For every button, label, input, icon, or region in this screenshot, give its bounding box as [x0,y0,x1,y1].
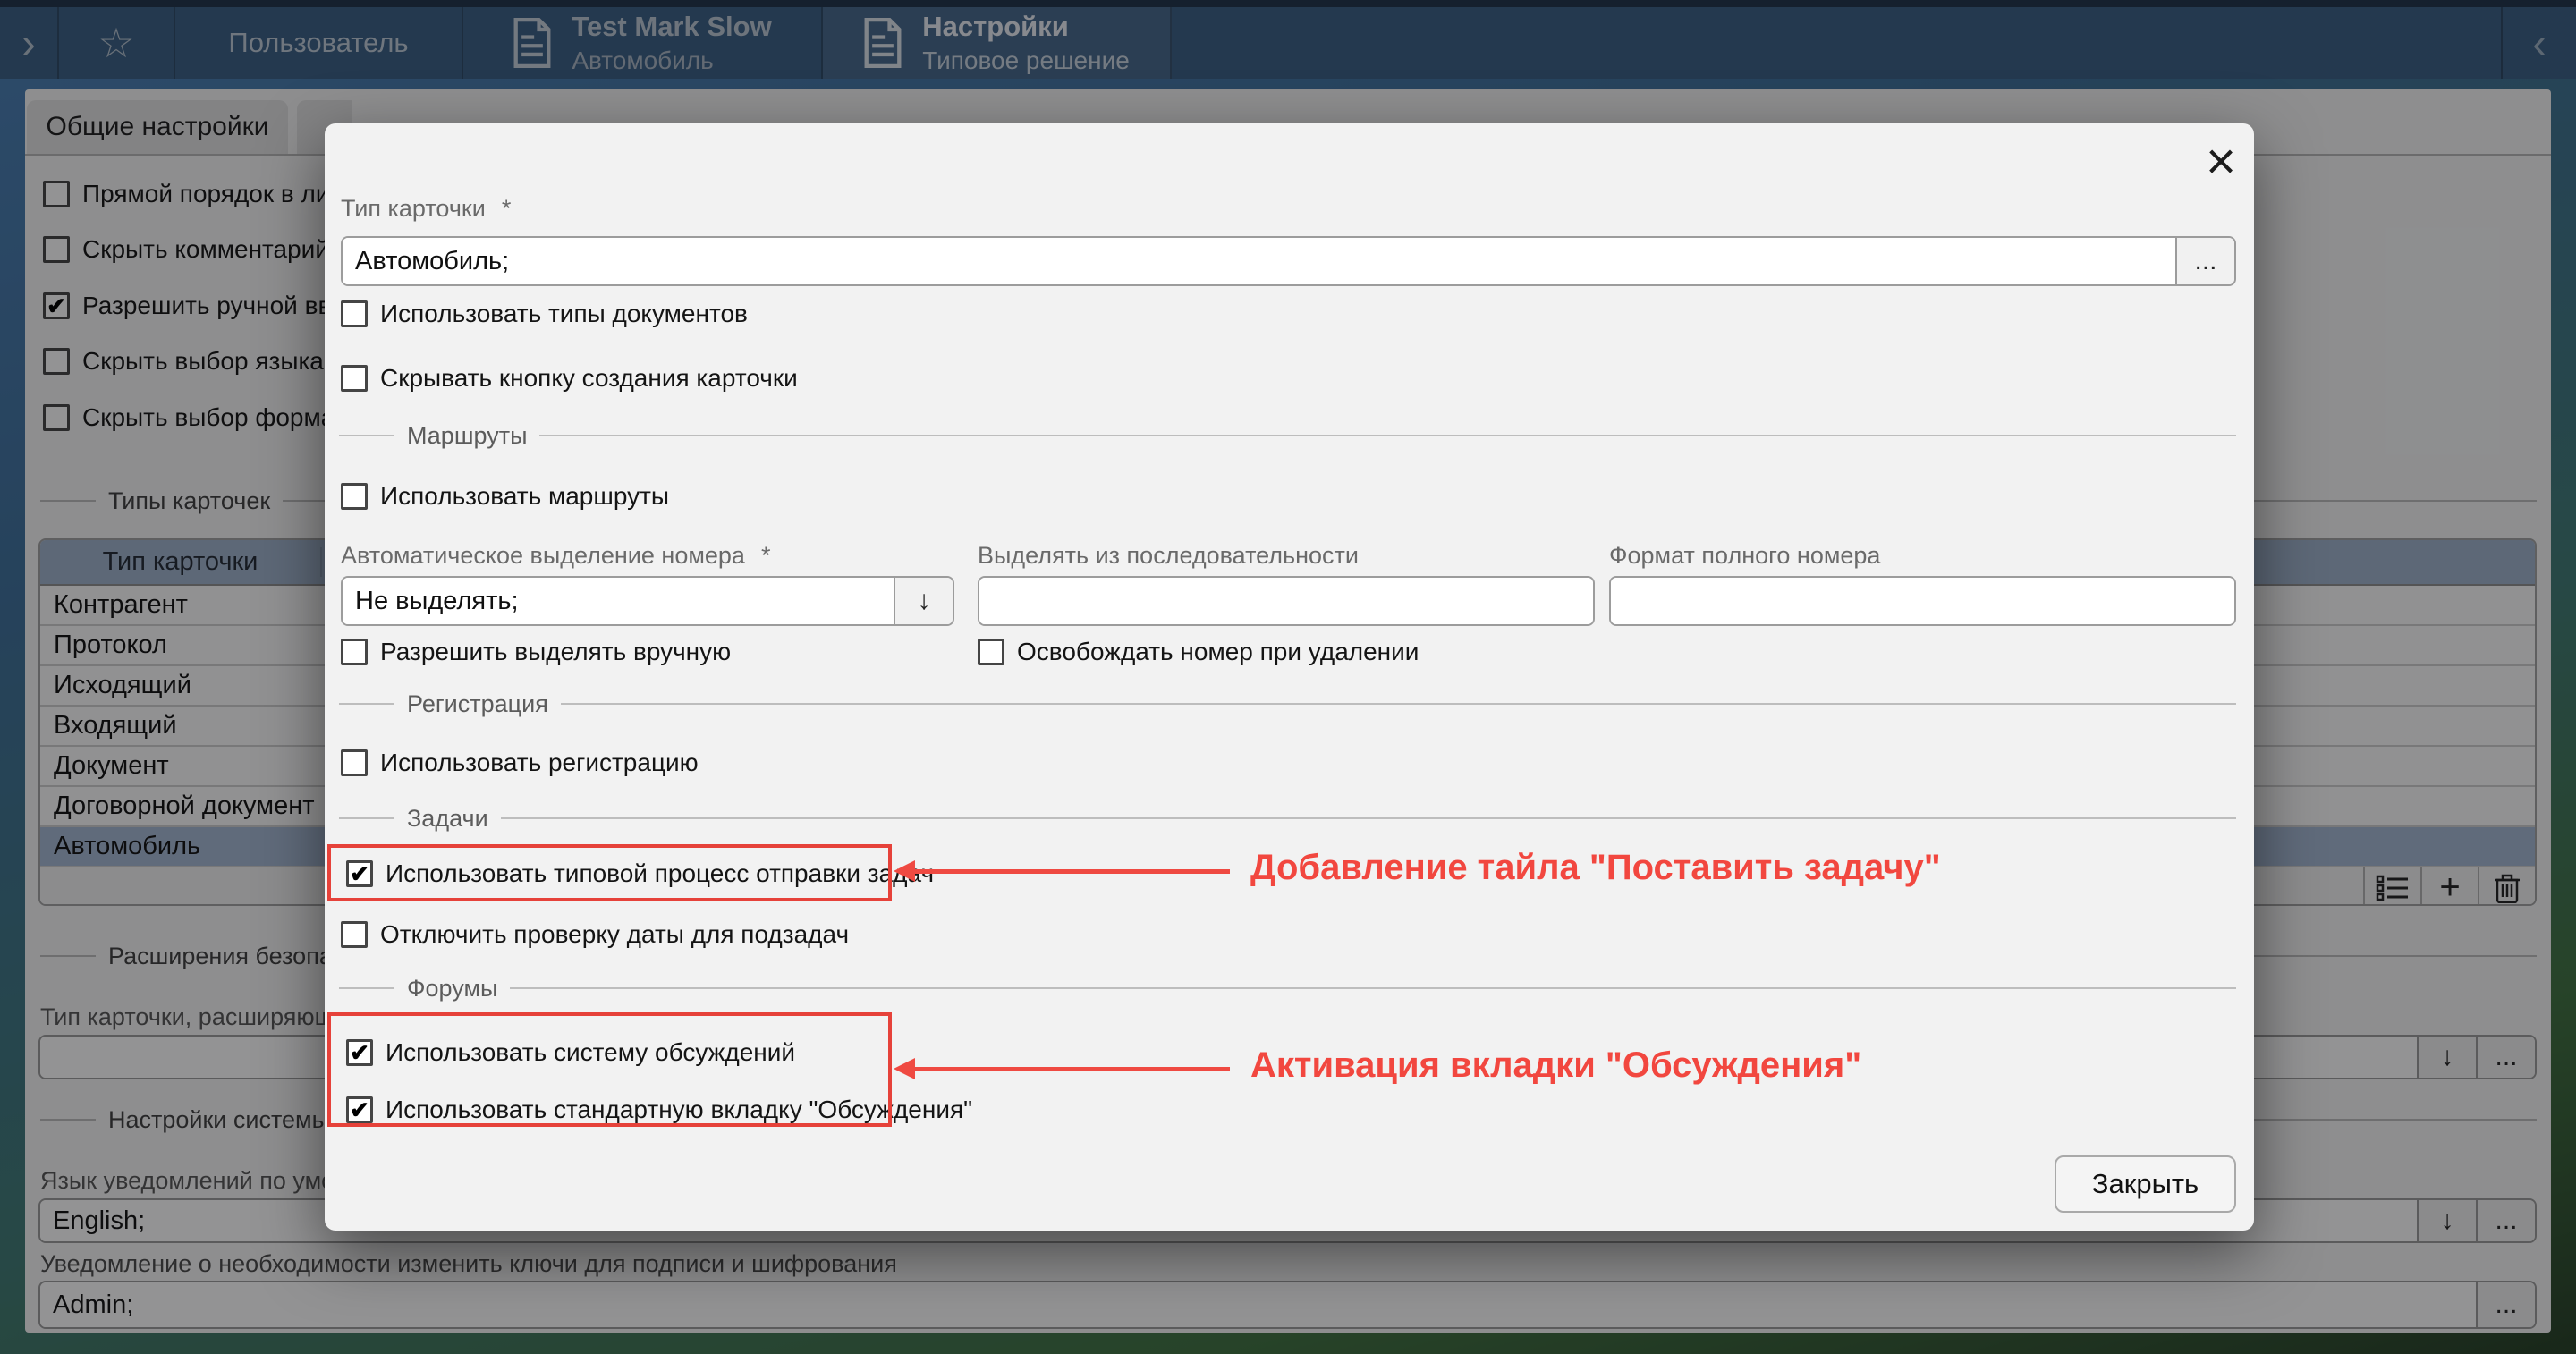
checkbox-use-registration[interactable]: Использовать регистрацию [341,748,699,778]
required-asterisk: * [502,195,512,222]
close-icon: × [2206,131,2236,191]
checkbox-label: Освобождать номер при удалении [1017,638,1419,666]
card-type-field: Автомобиль; ... [341,236,2236,286]
checkbox-label: Разрешить выделять вручную [380,638,731,666]
card-type-label: Тип карточки* [341,195,511,223]
section-registration: Регистрация [339,690,2236,717]
checkbox-use-routes[interactable]: Использовать маршруты [341,481,669,512]
checkbox-box [341,483,368,510]
sequence-input[interactable] [979,578,1593,624]
ellipsis-button[interactable]: ... [2175,238,2234,284]
auto-number-value: Не выделять; [355,587,519,616]
section-label: Регистрация [407,690,548,718]
checkbox-label: Отключить проверку даты для подзадач [380,920,849,949]
arrow-down-icon: ↓ [918,586,931,616]
annotation-text: Активация вкладки "Обсуждения" [1250,1045,1861,1086]
auto-number-label: Автоматическое выделение номера* [341,542,770,570]
full-number-input[interactable] [1611,578,2234,624]
full-number-label: Формат полного номера [1609,542,1880,570]
card-type-value: Автомобиль; [355,247,509,276]
annotation-text: Добавление тайла "Поставить задачу" [1250,848,1941,888]
checkbox-label: Скрывать кнопку создания карточки [380,364,798,393]
section-label: Задачи [407,805,488,833]
auto-number-input[interactable]: Не выделять; [343,578,894,624]
section-forums: Форумы [339,975,2236,1002]
checkbox-use-document-types[interactable]: Использовать типы документов [341,299,748,329]
section-label: Форумы [407,975,497,1003]
annotation-highlight-box-forums [327,1012,892,1127]
checkbox-box [978,639,1004,665]
annotation-arrow-line [913,1067,1230,1071]
section-label: Маршруты [407,422,527,450]
checkbox-hide-create-button[interactable]: Скрывать кнопку создания карточки [341,363,798,394]
arrow-left-icon [894,1058,915,1079]
card-type-input[interactable]: Автомобиль; [343,238,2175,284]
full-number-field [1609,576,2236,626]
checkbox-box [341,921,368,948]
ellipsis-icon: ... [2194,246,2216,276]
checkbox-label: Использовать маршруты [380,482,669,511]
app-window: › ☆ Пользователь Test Mark Slow Автомоби… [0,0,2576,1354]
required-asterisk: * [761,542,771,569]
checkbox-label: Использовать регистрацию [380,749,699,777]
checkbox-box [341,300,368,327]
close-dialog-button[interactable]: × [2196,136,2246,186]
checkbox-box [341,749,368,776]
sequence-label: Выделять из последовательности [978,542,1359,570]
checkbox-box [341,639,368,665]
checkbox-disable-subtask-date-check[interactable]: Отключить проверку даты для подзадач [341,919,849,950]
annotation-arrow-line [913,869,1230,874]
annotation-highlight-box-tasks [327,844,892,901]
dropdown-button[interactable]: ↓ [894,578,953,624]
checkbox-release-number[interactable]: Освобождать номер при удалении [978,637,1419,667]
close-button-label: Закрыть [2092,1168,2199,1200]
checkbox-box [341,365,368,392]
close-button[interactable]: Закрыть [2055,1155,2236,1213]
section-tasks: Задачи [339,805,2236,832]
sequence-field [978,576,1595,626]
arrow-left-icon [894,860,915,882]
checkbox-label: Использовать типы документов [380,300,748,328]
checkbox-allow-manual-number[interactable]: Разрешить выделять вручную [341,637,731,667]
auto-number-field: Не выделять; ↓ [341,576,954,626]
section-routes: Маршруты [339,422,2236,449]
